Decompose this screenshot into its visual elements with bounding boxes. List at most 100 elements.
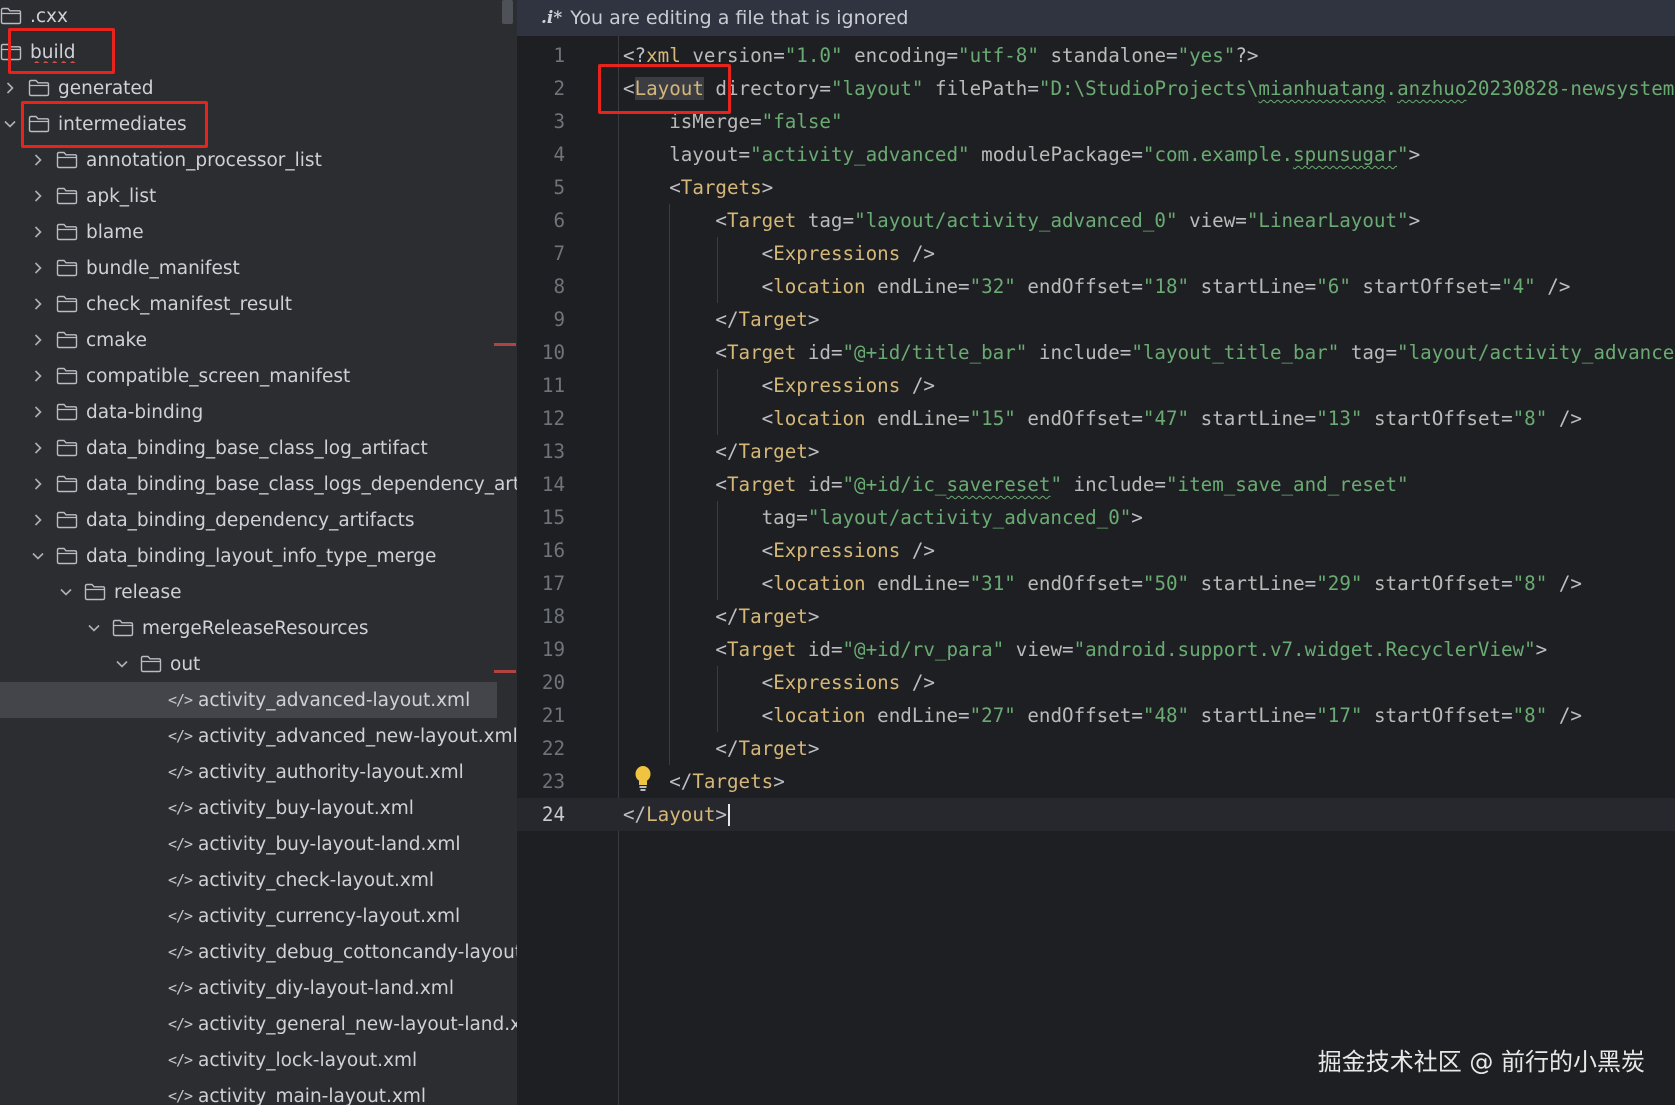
tree-file-item[interactable]: </> activity_authority-layout.xml xyxy=(0,754,517,790)
tree-folder-item[interactable]: release xyxy=(0,574,517,610)
chevron-right-icon[interactable] xyxy=(30,368,46,384)
tree-file-item[interactable]: </> activity_check-layout.xml xyxy=(0,862,517,898)
tree-item-label: out xyxy=(170,653,201,675)
code-line[interactable]: 22 </Target> xyxy=(517,732,1675,765)
code-line[interactable]: 9 </Target> xyxy=(517,303,1675,336)
code-editor[interactable]: .i* You are editing a file that is ignor… xyxy=(517,0,1675,1105)
code-line[interactable]: 13 </Target> xyxy=(517,435,1675,468)
indent-guide xyxy=(717,501,718,600)
tree-folder-item[interactable]: cmake xyxy=(0,322,517,358)
code-token: Target xyxy=(738,605,808,628)
chevron-down-icon[interactable] xyxy=(58,584,74,600)
code-text: layout="activity_advanced" modulePackage… xyxy=(623,143,1420,166)
code-token: "47" xyxy=(1142,407,1190,430)
chevron-right-icon[interactable] xyxy=(2,80,18,96)
code-token: "50" xyxy=(1142,572,1190,595)
code-line[interactable]: 17 <location endLine="31" endOffset="50"… xyxy=(517,567,1675,600)
code-token: "LinearLayout" xyxy=(1246,209,1409,232)
tree-file-item[interactable]: </> activity_advanced-layout.xml xyxy=(0,682,497,718)
code-token: < xyxy=(623,407,774,430)
code-line[interactable]: 16 <Expressions /> xyxy=(517,534,1675,567)
chevron-right-icon[interactable] xyxy=(30,296,46,312)
chevron-right-icon[interactable] xyxy=(30,260,46,276)
code-line[interactable]: 7 <Expressions /> xyxy=(517,237,1675,270)
xml-file-icon: </> xyxy=(168,763,193,781)
code-token: = xyxy=(1304,275,1317,298)
tree-folder-item[interactable]: blame xyxy=(0,214,517,250)
tree-folder-item[interactable]: check_manifest_result xyxy=(0,286,517,322)
code-line[interactable]: 4 layout="activity_advanced" modulePacka… xyxy=(517,138,1675,171)
code-token: /> xyxy=(900,374,935,397)
code-line[interactable]: 19 <Target id="@+id/rv_para" view="andro… xyxy=(517,633,1675,666)
code-line[interactable]: 11 <Expressions /> xyxy=(517,369,1675,402)
tree-file-item[interactable]: </> activity_diy-layout-land.xml xyxy=(0,970,517,1006)
code-line[interactable]: 6 <Target tag="layout/activity_advanced_… xyxy=(517,204,1675,237)
error-stripe-mark[interactable] xyxy=(494,343,516,346)
code-line[interactable]: 24 </Layout> xyxy=(517,798,1675,831)
tree-folder-item[interactable]: data_binding_layout_info_type_merge xyxy=(0,538,517,574)
tree-file-item[interactable]: </> activity_general_new-layout-land.xml xyxy=(0,1006,517,1042)
chevron-right-icon[interactable] xyxy=(30,404,46,420)
code-line[interactable]: 15 tag="layout/activity_advanced_0"> xyxy=(517,501,1675,534)
intention-bulb-icon[interactable] xyxy=(633,765,653,791)
code-line[interactable]: 14 <Target id="@+id/ic_savereset" includ… xyxy=(517,468,1675,501)
tree-file-item[interactable]: </> activity_currency-layout.xml xyxy=(0,898,517,934)
xml-file-icon: </> xyxy=(168,943,193,961)
tree-file-item[interactable]: </> activity_buy-layout-land.xml xyxy=(0,826,517,862)
tree-scrollbar[interactable] xyxy=(502,0,513,24)
code-token: = xyxy=(830,341,843,364)
folder-icon xyxy=(84,583,106,601)
tree-folder-item[interactable]: bundle_manifest xyxy=(0,250,517,286)
chevron-right-icon[interactable] xyxy=(30,332,46,348)
tree-file-item[interactable]: </> activity_lock-layout.xml xyxy=(0,1042,517,1078)
code-token: . xyxy=(1385,77,1398,100)
folder-icon xyxy=(56,295,78,313)
line-number: 11 xyxy=(541,374,565,397)
code-line[interactable]: 18 </Target> xyxy=(517,600,1675,633)
tree-folder-item[interactable]: apk_list xyxy=(0,178,517,214)
project-tree[interactable]: .cxx build generated intermediates annotatio… xyxy=(0,0,517,1105)
chevron-down-icon[interactable] xyxy=(86,620,102,636)
chevron-right-icon[interactable] xyxy=(30,224,46,240)
code-text: <Target id="@+id/ic_savereset" include="… xyxy=(623,473,1408,496)
tree-file-item[interactable]: </> activity_main-layout.xml xyxy=(0,1078,517,1105)
tree-file-item[interactable]: </> activity_advanced_new-layout.xml xyxy=(0,718,517,754)
code-line[interactable]: 20 <Expressions /> xyxy=(517,666,1675,699)
tree-file-item[interactable]: </> activity_buy-layout.xml xyxy=(0,790,517,826)
tree-folder-item[interactable]: data-binding xyxy=(0,394,517,430)
folder-icon xyxy=(56,151,78,169)
tree-item-label: data_binding_base_class_logs_dependency_… xyxy=(86,473,517,495)
chevron-down-icon[interactable] xyxy=(114,656,130,672)
tree-folder-item[interactable]: data_binding_dependency_artifacts xyxy=(0,502,517,538)
tree-folder-item[interactable]: data_binding_base_class_log_artifact xyxy=(0,430,517,466)
line-number: 18 xyxy=(541,605,565,628)
xml-file-icon: </> xyxy=(168,979,193,997)
code-line[interactable]: 8 <location endLine="32" endOffset="18" … xyxy=(517,270,1675,303)
code-line[interactable]: 12 <location endLine="15" endOffset="47"… xyxy=(517,402,1675,435)
chevron-right-icon[interactable] xyxy=(30,152,46,168)
tree-file-item[interactable]: </> activity_debug_cottoncandy-layout-lan… xyxy=(0,934,517,970)
chevron-right-icon[interactable] xyxy=(30,188,46,204)
chevron-down-icon[interactable] xyxy=(2,116,18,132)
error-stripe-mark[interactable] xyxy=(494,670,516,673)
code-token: < xyxy=(623,704,774,727)
code-token: = xyxy=(830,473,843,496)
chevron-right-icon[interactable] xyxy=(30,512,46,528)
tree-folder-item[interactable]: mergeReleaseResources xyxy=(0,610,517,646)
code-token: = xyxy=(796,506,808,529)
code-line[interactable]: 5 <Targets> xyxy=(517,171,1675,204)
code-line[interactable]: 10 <Target id="@+id/title_bar" include="… xyxy=(517,336,1675,369)
tree-folder-item[interactable]: data_binding_base_class_logs_dependency_… xyxy=(0,466,517,502)
code-line[interactable]: 23 </Targets> xyxy=(517,765,1675,798)
tree-folder-item[interactable]: compatible_screen_manifest xyxy=(0,358,517,394)
chevron-right-icon[interactable] xyxy=(30,476,46,492)
code-token: startOffset xyxy=(1362,407,1502,430)
chevron-down-icon[interactable] xyxy=(30,548,46,564)
chevron-right-icon[interactable] xyxy=(30,440,46,456)
code-line[interactable]: 21 <location endLine="27" endOffset="48"… xyxy=(517,699,1675,732)
code-token: = xyxy=(1489,275,1502,298)
tree-folder-item[interactable]: out xyxy=(0,646,517,682)
